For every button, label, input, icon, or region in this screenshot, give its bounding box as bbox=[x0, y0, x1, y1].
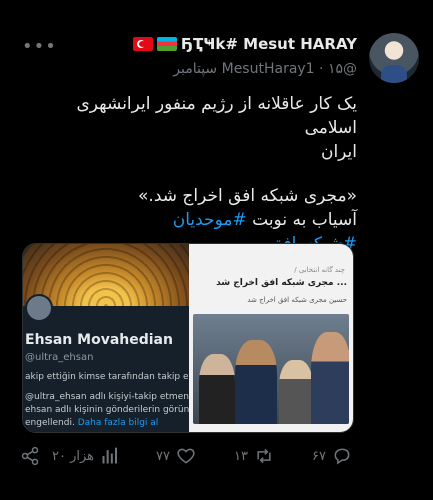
hashtag-link[interactable]: #موحدیان bbox=[173, 210, 247, 230]
author-display-name[interactable]: ҔҬҸk# Mesut HARAY bbox=[181, 35, 357, 53]
heart-icon bbox=[177, 448, 195, 464]
views-button[interactable]: ۲۰ هزار bbox=[52, 446, 120, 466]
author-meta: @MesutHaray1 · ۱۵ سپتامبر bbox=[173, 61, 357, 77]
reply-button[interactable]: ۶۷ bbox=[312, 446, 352, 466]
tweet-text-line: ایران bbox=[320, 142, 357, 162]
profile-handle: @ultra_ehsan bbox=[25, 352, 94, 363]
turkey-flag-icon bbox=[132, 37, 153, 51]
photo-person bbox=[311, 332, 349, 424]
meta-separator: · bbox=[319, 61, 324, 77]
share-button[interactable] bbox=[20, 446, 40, 466]
photo-person bbox=[199, 354, 235, 424]
more-options-icon[interactable]: ••• bbox=[22, 36, 57, 57]
azerbaijan-flag-icon bbox=[156, 37, 177, 51]
tweet-text: یک کار عاقلانه از رژیم منفور ایرانشهری ا… bbox=[27, 92, 358, 256]
photo-person bbox=[279, 360, 313, 424]
reply-icon bbox=[334, 448, 350, 465]
tweet-text-line: آسیاب به نوبت #موحدیان bbox=[27, 208, 357, 232]
article-title: ... مجری شبکه افق اخراج شد bbox=[216, 278, 347, 288]
photo-person bbox=[235, 340, 277, 424]
tweet-media[interactable]: Ehsan Movahedian @ultra_ehsan akip ettiğ… bbox=[22, 243, 354, 433]
retweet-button[interactable]: ۱۳ bbox=[234, 446, 274, 466]
profile-name: Ehsan Movahedian bbox=[25, 332, 173, 348]
tweet-text-line: «مجری شبکه افق اخراج شد.» bbox=[138, 186, 357, 206]
profile-info-line: engellendi. Daha fazla bilgi al bbox=[25, 418, 158, 428]
author-name-row[interactable]: ҔҬҸk# Mesut HARAY bbox=[132, 35, 357, 53]
tweet-actions: ۲۰ هزار ۷۷ ۱۳ ۶۷ bbox=[0, 446, 433, 476]
profile-info-text: engellendi. bbox=[25, 418, 75, 428]
profile-avatar bbox=[25, 294, 53, 322]
media-image-profile-screenshot[interactable]: Ehsan Movahedian @ultra_ehsan akip ettiğ… bbox=[23, 244, 235, 432]
author-avatar[interactable] bbox=[369, 33, 419, 83]
article-label: چند گانه انتخابی / bbox=[294, 266, 345, 274]
retweet-icon bbox=[257, 448, 271, 464]
article-photo bbox=[193, 314, 349, 424]
media-image-article[interactable]: چند گانه انتخابی / ... مجری شبکه افق اخر… bbox=[189, 244, 353, 432]
views-count: ۲۰ هزار bbox=[52, 448, 95, 464]
retweets-count: ۱۳ bbox=[234, 448, 248, 464]
article-subtitle: حسین مجری شبکه افق اخراج شد bbox=[247, 296, 347, 304]
profile-info-link: Daha fazla bilgi al bbox=[77, 418, 159, 428]
bar-chart-icon bbox=[102, 447, 118, 464]
like-button[interactable]: ۷۷ bbox=[156, 446, 196, 466]
share-icon bbox=[21, 446, 39, 466]
tweet-text-prefix: آسیاب به نوبت bbox=[246, 210, 357, 230]
likes-count: ۷۷ bbox=[156, 448, 170, 464]
replies-count: ۶۷ bbox=[312, 448, 326, 464]
tweet-text-line: یک کار عاقلانه از رژیم منفور ایرانشهری ا… bbox=[76, 94, 358, 138]
tweet-header: ••• ҔҬҸk# Mesut HARAY @MesutHaray1 · ۱۵ … bbox=[0, 30, 433, 90]
